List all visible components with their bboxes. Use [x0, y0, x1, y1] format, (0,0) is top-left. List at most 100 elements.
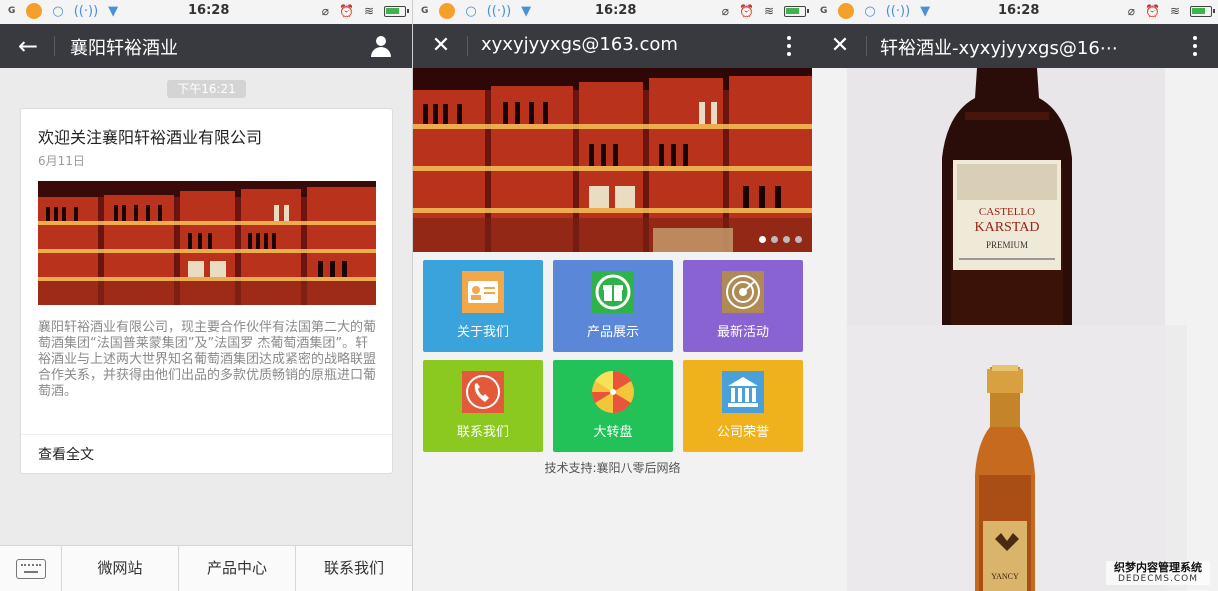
- article-card[interactable]: 欢迎关注襄阳轩裕酒业有限公司 6月11日 襄阳轩裕酒业有限公司，现主要合作伙伴有…: [20, 108, 393, 474]
- status-bar: G ○ ((·)) ▼ 16:28 ⌀ ⏰ ≋: [413, 0, 812, 24]
- tile-products[interactable]: 产品展示: [553, 260, 673, 352]
- page-title: 轩裕酒业-xyxyjyyxgs@16⋯: [880, 38, 1118, 59]
- article-title: 欢迎关注襄阳轩裕酒业有限公司: [38, 128, 263, 147]
- mute-icon: ⌀: [1127, 4, 1135, 18]
- tile-about-us[interactable]: 关于我们: [423, 260, 543, 352]
- mute-icon: ⌀: [721, 4, 729, 18]
- gift-icon: [592, 271, 634, 313]
- back-arrow-icon[interactable]: ←: [14, 32, 42, 60]
- close-icon[interactable]: ✕: [826, 31, 854, 61]
- notification-icon: [26, 3, 43, 19]
- label-brand: CASTELLO: [979, 206, 1035, 218]
- title-divider: [54, 36, 55, 56]
- user-profile-icon[interactable]: [370, 35, 392, 57]
- page-title: xyxyjyyxgs@163.com: [481, 34, 678, 55]
- wifi-hotspot-icon: ((·)): [486, 3, 512, 19]
- card-divider: [21, 434, 392, 435]
- tile-label: 最新活动: [716, 325, 769, 340]
- title-divider: [467, 36, 468, 56]
- tile-latest-events[interactable]: 最新活动: [683, 260, 803, 352]
- search-icon: ○: [465, 3, 477, 19]
- banner-carousel[interactable]: [413, 68, 812, 252]
- chat-screen: G ○ ((·)) ▼ 16:28 ⌀ ⏰ ≋ ← 襄阳轩裕酒业 下午16:21…: [0, 0, 413, 591]
- chat-title: 襄阳轩裕酒业: [70, 38, 178, 59]
- article-summary: 襄阳轩裕酒业有限公司，现主要合作伙伴有法国第二大的葡萄酒集团“法国普莱蒙集团”及…: [38, 320, 377, 399]
- menu-item-product-center[interactable]: 产品中心: [179, 546, 296, 591]
- status-bar: G ○ ((·)) ▼ 16:28 ⌀ ⏰ ≋: [0, 0, 412, 24]
- product-photo-red-wine[interactable]: CASTELLO KARSTAD PREMIUM: [847, 68, 1165, 325]
- product-photo-ice-wine[interactable]: YANCY: [847, 325, 1165, 591]
- battery-icon: [384, 5, 409, 17]
- micro-site-screen: G ○ ((·)) ▼ 16:28 ⌀ ⏰ ≋ ✕ xyxyjyyxgs@163…: [413, 0, 812, 591]
- tech-support-footer: 技术支持:襄阳八零后网络: [544, 461, 681, 475]
- tile-label: 公司荣誉: [716, 425, 769, 440]
- battery-icon: [784, 5, 809, 17]
- message-timestamp: 下午16:21: [167, 80, 246, 98]
- shield-icon: ▼: [920, 3, 931, 19]
- keyboard-toggle[interactable]: [0, 546, 62, 591]
- tile-contact-us[interactable]: 联系我们: [423, 360, 543, 452]
- article-cover-image: [38, 181, 376, 305]
- more-options-icon[interactable]: [1192, 34, 1198, 58]
- tile-label: 大转盘: [593, 425, 633, 440]
- photo-border: [1165, 325, 1187, 591]
- signal-icon: G: [8, 6, 17, 16]
- phone-icon: [462, 371, 504, 413]
- clock: 16:28: [998, 3, 1040, 18]
- signal-icon: G: [820, 6, 829, 16]
- shield-icon: ▼: [108, 3, 119, 19]
- carousel-dot[interactable]: [795, 236, 802, 243]
- signal-icon: G: [421, 6, 430, 16]
- title-divider: [866, 36, 867, 56]
- institution-icon: [722, 371, 764, 413]
- wifi-icon: ≋: [363, 4, 374, 18]
- carousel-dot[interactable]: [759, 236, 766, 243]
- wifi-hotspot-icon: ((·)): [885, 3, 911, 19]
- search-icon: ○: [864, 3, 876, 19]
- label-brand-2: YANCY: [991, 572, 1019, 581]
- status-bar: G ○ ((·)) ▼ 16:28 ⌀ ⏰ ≋: [812, 0, 1218, 24]
- clock: 16:28: [188, 3, 230, 18]
- wifi-hotspot-icon: ((·)): [73, 3, 99, 19]
- clock: 16:28: [595, 3, 637, 18]
- search-icon: ○: [52, 3, 64, 19]
- carousel-indicator[interactable]: [759, 236, 802, 243]
- product-screen: G ○ ((·)) ▼ 16:28 ⌀ ⏰ ≋ ✕ 轩裕酒业-xyxyjyyxg…: [812, 0, 1218, 591]
- id-card-icon: [462, 271, 504, 313]
- label-name: KARSTAD: [975, 220, 1040, 235]
- radar-icon: [722, 271, 764, 313]
- notification-icon: [838, 3, 855, 19]
- tile-label: 关于我们: [456, 325, 509, 340]
- notification-icon: [439, 3, 456, 19]
- close-icon[interactable]: ✕: [427, 31, 455, 61]
- lucky-wheel-icon: [591, 370, 634, 414]
- read-more-link[interactable]: 查看全文: [38, 444, 94, 464]
- keyboard-icon: [16, 559, 46, 579]
- alarm-icon: ⏰: [338, 4, 354, 18]
- battery-icon: [1190, 5, 1215, 17]
- carousel-dot[interactable]: [783, 236, 790, 243]
- menu-item-micro-site[interactable]: 微网站: [62, 546, 179, 591]
- chat-menu-bar: 微网站 产品中心 联系我们: [0, 545, 412, 591]
- browser-title-bar: ✕ xyxyjyyxgs@163.com: [413, 24, 812, 68]
- wifi-icon: ≋: [763, 4, 774, 18]
- label-sub: PREMIUM: [986, 240, 1028, 250]
- mute-icon: ⌀: [321, 4, 329, 18]
- browser-title-bar: ✕ 轩裕酒业-xyxyjyyxgs@16⋯: [812, 24, 1218, 68]
- watermark-cn: 织梦内容管理系统: [1106, 561, 1210, 574]
- alarm-icon: ⏰: [1144, 4, 1160, 18]
- menu-item-contact-us[interactable]: 联系我们: [296, 546, 412, 591]
- watermark-en: DEDECMS.COM: [1106, 574, 1210, 585]
- wifi-icon: ≋: [1169, 4, 1180, 18]
- more-options-icon[interactable]: [786, 34, 792, 58]
- alarm-icon: ⏰: [738, 4, 754, 18]
- shield-icon: ▼: [521, 3, 532, 19]
- tile-lucky-wheel[interactable]: 大转盘: [553, 360, 673, 452]
- chat-title-bar: ← 襄阳轩裕酒业: [0, 24, 412, 68]
- tile-label: 联系我们: [456, 425, 509, 440]
- watermark-logo: 织梦内容管理系统 DEDECMS.COM: [1106, 561, 1210, 585]
- article-date: 6月11日: [38, 154, 85, 168]
- tile-label: 产品展示: [586, 325, 639, 340]
- tile-company-honors[interactable]: 公司荣誉: [683, 360, 803, 452]
- carousel-dot[interactable]: [771, 236, 778, 243]
